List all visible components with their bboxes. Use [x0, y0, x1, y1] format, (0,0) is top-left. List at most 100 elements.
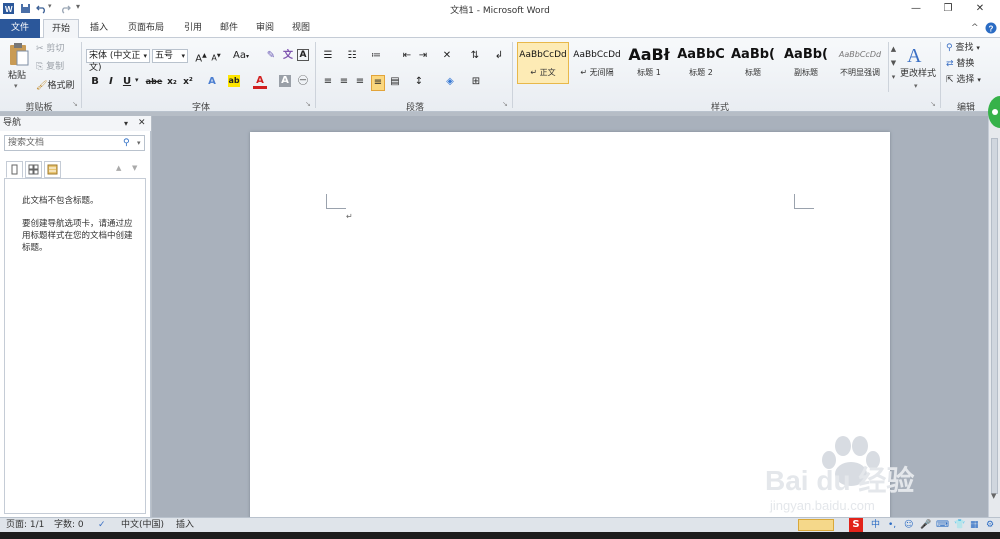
scroll-thumb[interactable] [991, 138, 998, 494]
paste-button[interactable]: 粘贴 [8, 70, 26, 82]
underline-dropdown-icon[interactable]: ▾ [135, 76, 139, 84]
sogou-ime-icon[interactable]: S [849, 518, 863, 532]
decrease-indent-icon[interactable]: ⇤ [400, 49, 414, 63]
show-marks-icon[interactable]: ↲ [492, 49, 506, 63]
italic-button[interactable]: I [104, 75, 118, 89]
search-icon[interactable]: ⚲ [123, 136, 130, 150]
status-words[interactable]: 字数: 0 [54, 518, 84, 532]
style-heading-2[interactable]: AaBbC 标题 2 [676, 42, 726, 84]
status-language[interactable]: 中文(中国) [121, 518, 164, 532]
numbering-icon[interactable]: ☷ [345, 49, 359, 63]
copy-button[interactable]: ⎘ 复制 [36, 61, 64, 73]
chevron-down-icon[interactable]: ▾ [137, 136, 141, 150]
align-left-icon[interactable]: ≡ [321, 75, 335, 89]
toolbox-icon[interactable]: ▦ [970, 518, 979, 532]
chinese-layout-icon[interactable]: ✕ [440, 49, 454, 63]
style-normal[interactable]: AaBbCcDd ↵ 正文 [517, 42, 569, 84]
nav-search-input[interactable]: 搜索文档 ⚲ ▾ [4, 135, 145, 151]
style-no-spacing[interactable]: AaBbCcDd ↵ 无间隔 [571, 42, 623, 84]
paragraph-launcher-icon[interactable]: ↘ [502, 100, 508, 108]
tab-page-layout[interactable]: 页面布局 [120, 19, 172, 38]
style-subtle-emphasis[interactable]: AaBbCcDd 不明显强调 [834, 42, 886, 84]
help-icon[interactable]: ? [985, 22, 997, 34]
borders-icon[interactable]: ⊞ [469, 75, 483, 89]
cut-button[interactable]: ✂ 剪切 [36, 43, 64, 55]
settings-icon[interactable]: ⚙ [986, 518, 994, 532]
justify-icon[interactable]: ≡ [371, 75, 385, 91]
paste-dropdown-icon[interactable]: ▾ [14, 82, 18, 90]
replace-button[interactable]: ⇄ 替换 [946, 58, 974, 70]
find-button[interactable]: ⚲ 查找 ▾ [946, 42, 980, 54]
tab-home[interactable]: 开始 [43, 19, 79, 39]
character-border-icon[interactable]: A [297, 49, 309, 61]
align-right-icon[interactable]: ≡ [353, 75, 367, 89]
phonetic-guide-icon[interactable]: 文 [281, 49, 295, 63]
ime-punctuation-icon[interactable]: •, [888, 518, 896, 532]
subscript-button[interactable]: x₂ [165, 75, 179, 89]
tab-review[interactable]: 审阅 [250, 19, 280, 38]
change-styles-button[interactable]: 更改样式 [900, 68, 936, 80]
font-size-combo[interactable]: 五号 ▾ [152, 49, 188, 63]
status-insert-mode[interactable]: 插入 [176, 518, 194, 532]
format-painter-button[interactable]: 🖌格式刷 [36, 80, 74, 92]
styles-scroll[interactable]: ▲ ▼ ▾ [888, 42, 898, 92]
superscript-button[interactable]: x² [181, 75, 195, 89]
character-shading-icon[interactable]: A [279, 75, 291, 87]
tab-view[interactable]: 视图 [286, 19, 316, 38]
multilevel-list-icon[interactable]: ≔ [369, 49, 383, 63]
change-styles-dropdown-icon[interactable]: ▾ [914, 82, 918, 90]
emoji-icon[interactable]: ☺ [904, 518, 913, 532]
shading-icon[interactable]: ◈ [443, 75, 457, 89]
font-name-combo[interactable]: 宋体 (中文正文) ▾ [86, 49, 150, 73]
strikethrough-button[interactable]: abe [145, 75, 163, 89]
style-heading-1[interactable]: AaBł 标题 1 [625, 42, 673, 84]
nav-prev-icon[interactable]: ▲ [116, 164, 121, 172]
enclose-characters-icon[interactable]: ㊀ [296, 75, 310, 89]
status-page[interactable]: 页面: 1/1 [6, 518, 44, 532]
highlight-icon[interactable]: ab [228, 75, 240, 87]
underline-button[interactable]: U [120, 75, 134, 89]
style-title[interactable]: AaBb(标题 [728, 42, 778, 84]
close-button[interactable]: ✕ [969, 2, 991, 16]
bullets-icon[interactable]: ☰ [321, 49, 335, 63]
increase-indent-icon[interactable]: ⇥ [416, 49, 430, 63]
microphone-icon[interactable]: 🎤 [920, 518, 931, 532]
nav-options-icon[interactable]: ▾ [124, 116, 128, 131]
paste-icon[interactable] [8, 42, 30, 68]
grow-font-icon[interactable]: A▲ [194, 49, 208, 66]
skin-icon[interactable]: 👕 [954, 518, 965, 532]
clipboard-launcher-icon[interactable]: ↘ [72, 100, 78, 108]
nav-tab-pages[interactable] [25, 161, 42, 178]
tab-insert[interactable]: 插入 [82, 19, 116, 38]
tab-references[interactable]: 引用 [178, 19, 208, 38]
collapse-ribbon-icon[interactable]: ^ [971, 23, 979, 33]
change-styles-icon[interactable]: A [905, 44, 929, 66]
clear-format-icon[interactable]: ✎ [264, 49, 278, 63]
bold-button[interactable]: B [88, 75, 102, 89]
line-spacing-icon[interactable]: ↕ [412, 75, 426, 89]
keyboard-icon[interactable]: ⌨ [936, 518, 949, 532]
select-button[interactable]: ⇱ 选择 ▾ [946, 74, 981, 86]
minimize-button[interactable]: — [905, 2, 927, 16]
tab-mailings[interactable]: 邮件 [214, 19, 244, 38]
scroll-down-icon[interactable]: ▼ [991, 492, 996, 500]
text-effects-icon[interactable]: A [205, 75, 219, 89]
nav-close-icon[interactable]: ✕ [138, 116, 146, 131]
nav-tab-results[interactable] [44, 161, 61, 178]
vertical-scrollbar[interactable]: ▲ ▼ [988, 112, 1000, 517]
change-case-icon[interactable]: Aa▾ [232, 49, 250, 64]
align-center-icon[interactable]: ≡ [337, 75, 351, 89]
font-launcher-icon[interactable]: ↘ [305, 100, 311, 108]
styles-launcher-icon[interactable]: ↘ [930, 100, 936, 108]
style-subtitle[interactable]: AaBb(副标题 [780, 42, 832, 84]
view-buttons[interactable] [798, 519, 834, 531]
font-color-icon[interactable]: A [253, 75, 267, 89]
restore-button[interactable]: ❐ [937, 2, 959, 16]
sort-icon[interactable]: ⇅ [468, 49, 482, 63]
shrink-font-icon[interactable]: A▼ [209, 49, 223, 66]
nav-next-icon[interactable]: ▼ [132, 164, 137, 172]
distributed-icon[interactable]: ▤ [388, 75, 402, 89]
tab-file[interactable]: 文件 [0, 19, 40, 38]
nav-tab-headings[interactable] [6, 161, 23, 178]
proofing-icon[interactable]: ✓ [98, 518, 106, 532]
